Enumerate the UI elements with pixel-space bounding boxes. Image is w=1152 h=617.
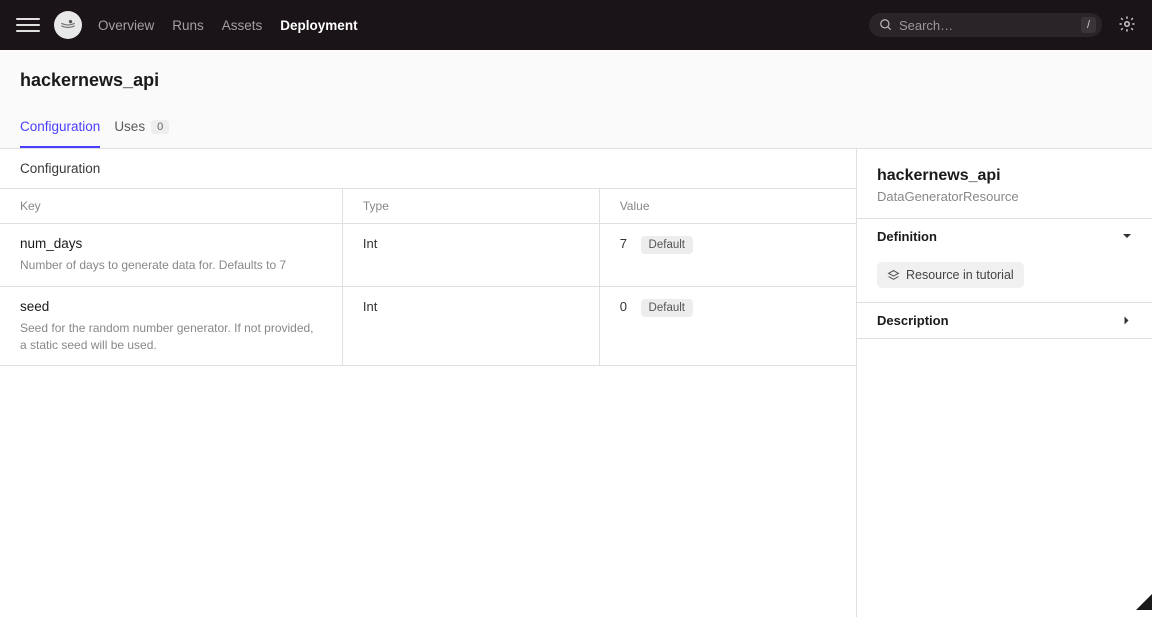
search-box[interactable]: / <box>869 13 1102 37</box>
config-type: Int <box>342 286 599 366</box>
config-key-desc: Number of days to generate data for. Def… <box>20 257 322 274</box>
definition-body: Resource in tutorial <box>857 254 1152 302</box>
definition-section: Definition Resource in tutorial <box>857 218 1152 302</box>
settings-button[interactable] <box>1118 15 1136 36</box>
resource-in-tutorial-chip[interactable]: Resource in tutorial <box>877 262 1024 288</box>
gear-icon <box>1118 15 1136 33</box>
tab-uses-count: 0 <box>151 120 169 134</box>
chevron-right-icon <box>1120 316 1135 326</box>
resize-handle[interactable] <box>1136 594 1152 610</box>
description-label: Description <box>877 313 949 328</box>
col-key-header: Key <box>0 189 342 224</box>
table-row: seed Seed for the random number generato… <box>0 286 856 366</box>
nav-links: Overview Runs Assets Deployment <box>98 18 869 33</box>
search-icon <box>879 18 893 32</box>
description-header[interactable]: Description <box>857 303 1152 338</box>
config-type: Int <box>342 224 599 287</box>
app-bar: Overview Runs Assets Deployment / <box>0 0 1152 50</box>
page-tabs: Configuration Uses 0 <box>20 113 1132 148</box>
app-logo[interactable] <box>54 11 82 39</box>
resource-chip-label: Resource in tutorial <box>906 268 1014 282</box>
default-badge: Default <box>641 299 693 317</box>
chevron-down-icon <box>1122 229 1132 244</box>
config-value: 7 <box>620 236 627 251</box>
page-title: hackernews_api <box>20 70 1132 91</box>
page-header: hackernews_api Configuration Uses 0 <box>0 50 1152 149</box>
config-value: 0 <box>620 299 627 314</box>
tab-configuration[interactable]: Configuration <box>20 113 100 148</box>
config-key-desc: Seed for the random number generator. If… <box>20 320 322 354</box>
description-section: Description <box>857 302 1152 339</box>
side-title: hackernews_api <box>857 167 1152 185</box>
side-subtitle: DataGeneratorResource <box>857 185 1152 218</box>
config-key-name: seed <box>20 299 322 314</box>
main-pane: Configuration Key Type Value num_days Nu… <box>0 149 856 617</box>
nav-overview[interactable]: Overview <box>98 18 154 33</box>
config-key-name: num_days <box>20 236 322 251</box>
nav-runs[interactable]: Runs <box>172 18 204 33</box>
definition-label: Definition <box>877 229 937 244</box>
table-row: num_days Number of days to generate data… <box>0 224 856 287</box>
config-table: Key Type Value num_days Number of days t… <box>0 189 856 366</box>
tab-label: Uses <box>114 119 145 134</box>
nav-deployment[interactable]: Deployment <box>280 18 357 33</box>
layers-icon <box>887 269 900 282</box>
search-input[interactable] <box>899 18 1075 33</box>
dagster-logo-icon <box>58 15 78 35</box>
definition-header[interactable]: Definition <box>857 219 1152 254</box>
col-value-header: Value <box>599 189 856 224</box>
configuration-heading: Configuration <box>0 149 856 189</box>
content: Configuration Key Type Value num_days Nu… <box>0 149 1152 617</box>
nav-assets[interactable]: Assets <box>222 18 263 33</box>
search-shortcut-hint: / <box>1081 17 1096 33</box>
tab-uses[interactable]: Uses 0 <box>114 113 169 148</box>
side-panel: hackernews_api DataGeneratorResource Def… <box>856 149 1152 617</box>
menu-button[interactable] <box>16 13 40 37</box>
col-type-header: Type <box>342 189 599 224</box>
tab-label: Configuration <box>20 119 100 134</box>
default-badge: Default <box>641 236 693 254</box>
